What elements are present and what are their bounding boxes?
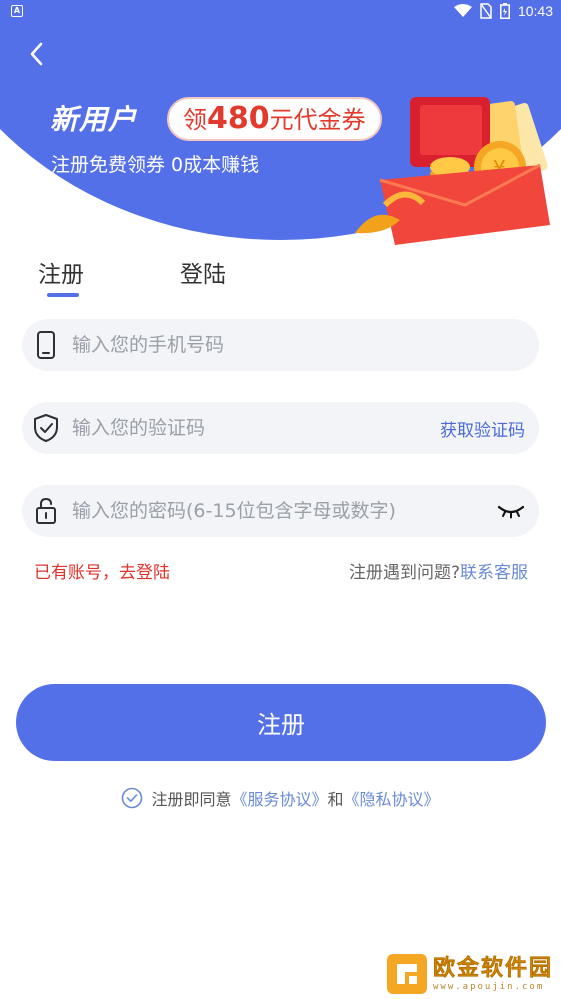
lock-icon bbox=[22, 485, 70, 537]
help-text-group: 注册遇到问题?联系客服 bbox=[349, 558, 528, 583]
no-sim-icon bbox=[480, 3, 492, 19]
watermark-logo-icon bbox=[386, 954, 427, 994]
promo-badge-amount: 480 bbox=[207, 101, 270, 136]
promo-header: 新用户 领480元代金券 注册免费领券 0成本赚钱 ¥ bbox=[0, 0, 561, 245]
app-notification-icon: A bbox=[11, 5, 23, 17]
back-button[interactable] bbox=[22, 38, 50, 70]
promo-badge-prefix: 领 bbox=[183, 106, 207, 134]
shield-check-icon bbox=[22, 402, 70, 454]
password-visibility-toggle[interactable] bbox=[491, 485, 531, 537]
register-button[interactable]: 注册 bbox=[16, 684, 546, 761]
password-input[interactable] bbox=[72, 491, 491, 531]
chevron-left-icon bbox=[30, 42, 43, 66]
agreement-prefix: 注册即同意 bbox=[151, 790, 232, 809]
agreement-row: 注册即同意 《服务协议》 和 《隐私协议》 bbox=[0, 786, 561, 810]
watermark-url: www.apoujin.com bbox=[432, 981, 545, 992]
check-circle-icon bbox=[122, 787, 143, 809]
form-links-row: 已有账号，去登陆 注册遇到问题?联系客服 bbox=[34, 558, 528, 583]
auth-tabs: 注册 登陆 bbox=[38, 255, 338, 300]
go-login-link[interactable]: 已有账号，去登陆 bbox=[34, 558, 170, 583]
agreement-and: 和 bbox=[327, 790, 344, 809]
service-agreement-link[interactable]: 《服务协议》 bbox=[231, 786, 327, 810]
eye-closed-icon bbox=[497, 505, 525, 519]
contact-support-link[interactable]: 联系客服 bbox=[460, 563, 528, 583]
privacy-agreement-link[interactable]: 《隐私协议》 bbox=[344, 786, 440, 810]
status-time: 10:43 bbox=[517, 3, 553, 19]
password-field bbox=[22, 485, 539, 537]
status-icons: 10:43 bbox=[453, 3, 553, 19]
tab-login[interactable]: 登陆 bbox=[180, 255, 226, 289]
red-envelope-illustration: ¥ bbox=[355, 97, 550, 245]
agree-checkbox[interactable] bbox=[121, 787, 143, 809]
get-code-button[interactable]: 获取验证码 bbox=[440, 416, 525, 441]
phone-field bbox=[22, 319, 539, 371]
help-question-text: 注册遇到问题? bbox=[348, 563, 460, 583]
promo-subtitle: 注册免费领券 0成本赚钱 bbox=[51, 154, 260, 176]
watermark-name: 欧金软件园 bbox=[432, 955, 553, 981]
site-watermark: 欧金软件园 www.apoujin.com bbox=[386, 952, 553, 996]
battery-icon bbox=[499, 3, 510, 19]
watermark-text: 欧金软件园 www.apoujin.com bbox=[432, 955, 553, 993]
verification-code-input[interactable] bbox=[72, 408, 440, 448]
status-bar: A 10:43 bbox=[0, 0, 561, 24]
promo-title: 新用户 bbox=[50, 103, 138, 136]
phone-icon bbox=[22, 319, 70, 371]
active-tab-indicator bbox=[47, 293, 79, 297]
wifi-icon bbox=[453, 4, 472, 17]
verification-code-field: 获取验证码 bbox=[22, 402, 539, 454]
phone-input[interactable] bbox=[72, 325, 539, 365]
tab-register[interactable]: 注册 bbox=[38, 255, 84, 289]
